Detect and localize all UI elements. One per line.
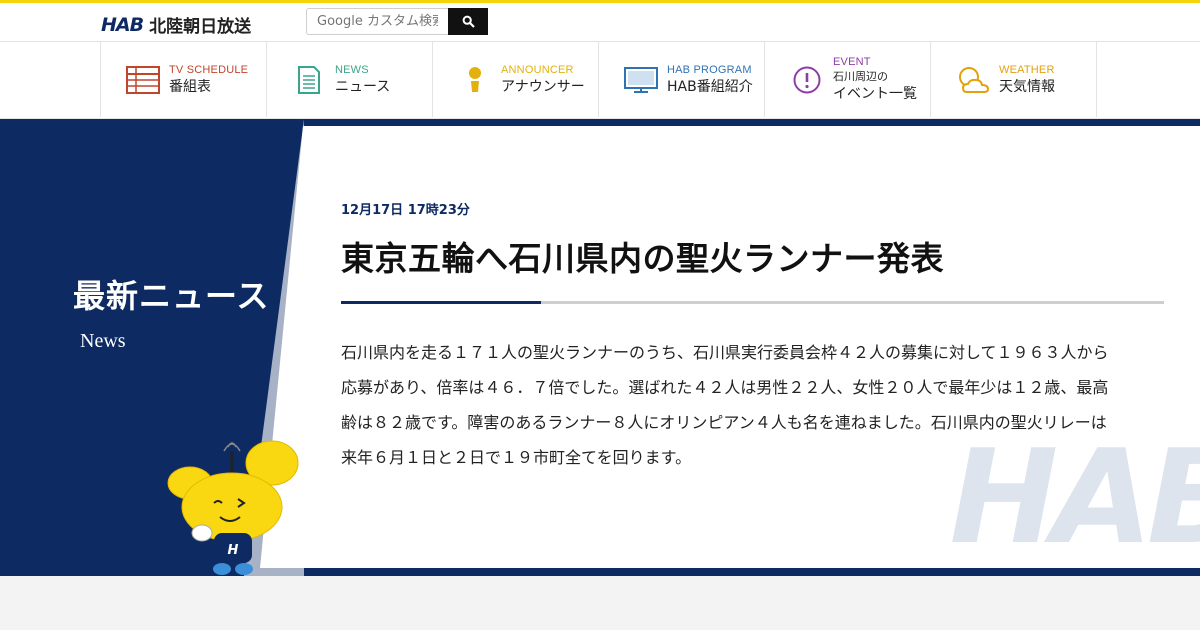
logo-text: 北陸朝日放送 [149,17,252,37]
nav-ja-label-line1: 石川周辺の [833,70,888,83]
nav-ja-label: HAB番組紹介 [667,78,753,95]
section-title: 最新ニュース [73,277,270,315]
page-bottom [0,576,1200,630]
headline-rule-accent [341,301,541,304]
weather-icon [953,63,993,97]
nav-event[interactable]: EVENT 石川周辺の イベント一覧 [765,42,931,117]
top-bar: HAB 北陸朝日放送 [0,0,1200,42]
search-icon [462,15,475,28]
nav-ja-label-line2: イベント一覧 [833,86,917,102]
nav-en-label: TV SCHEDULE [169,63,249,76]
schedule-table-icon [123,63,163,97]
section-subtitle: News [80,330,126,352]
svg-text:H: H [228,543,239,558]
monitor-icon [621,63,661,97]
search-input[interactable] [306,8,448,35]
article-body: 石川県内を走る１７１人の聖火ランナーのうち、石川県実行委員会枠４２人の募集に対し… [341,343,1109,467]
article-headline: 東京五輪へ石川県内の聖火ランナー発表 [341,239,944,278]
exclamation-icon [787,63,827,97]
nav-ja-label: 番組表 [169,78,211,95]
document-icon [289,63,329,97]
nav-tv-schedule[interactable]: TV SCHEDULE 番組表 [101,42,267,117]
nav-ja-label: ニュース [335,78,391,95]
search-box [306,8,488,35]
nav-en-label: NEWS [335,63,369,76]
main-nav: TV SCHEDULE 番組表 NEWS ニュース ANNOUNCER アナウン… [0,42,1200,119]
nav-hab-program[interactable]: HAB PROGRAM HAB番組紹介 [599,42,765,117]
mascot-character: H [167,440,299,575]
nav-ja-label: アナウンサー [501,78,585,95]
search-button[interactable] [448,8,488,35]
nav-en-label: HAB PROGRAM [667,63,752,76]
nav-ja-label: 天気情報 [999,78,1055,95]
headline-rule [341,301,1164,304]
article-date: 12月17日 17時23分 [341,203,470,218]
nav-en-label: WEATHER [999,63,1055,76]
nav-en-label: EVENT [833,56,871,68]
person-icon [455,63,495,97]
site-logo[interactable]: HAB 北陸朝日放送 [101,12,252,38]
nav-en-label: ANNOUNCER [501,63,574,76]
logo-mark: HAB [101,13,144,36]
news-section: HAB 12月17日 17時23分 東京五輪へ石川県内の聖火ランナー発表 石川県… [0,119,1200,576]
nav-announcer[interactable]: ANNOUNCER アナウンサー [433,42,599,117]
nav-news[interactable]: NEWS ニュース [267,42,433,117]
nav-weather[interactable]: WEATHER 天気情報 [931,42,1097,117]
